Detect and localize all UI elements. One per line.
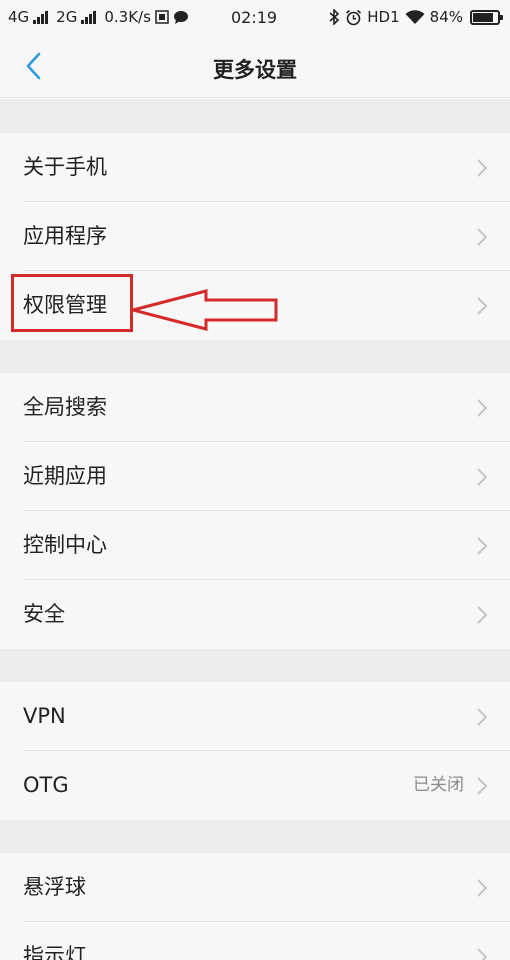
chevron-right-icon [477, 468, 488, 486]
settings-item-label: 悬浮球 [23, 875, 86, 899]
chevron-right-icon [477, 948, 488, 960]
settings-item-otg[interactable]: OTG 已关闭 [0, 751, 510, 820]
settings-item-value: 已关闭 [413, 775, 464, 795]
chevron-right-icon [477, 297, 488, 315]
nav-bar: 更多设置 [0, 36, 510, 98]
status-time: 02:19 [231, 8, 278, 27]
hd-label: HD1 [367, 8, 400, 26]
settings-item-label: 控制中心 [23, 533, 107, 557]
settings-item-security[interactable]: 安全 [0, 580, 510, 649]
battery-percent: 84% [429, 8, 463, 26]
settings-item-recent-apps[interactable]: 近期应用 [0, 442, 510, 511]
signal-icon [81, 10, 97, 24]
annotation-highlight-box [11, 274, 133, 332]
section-gap [0, 649, 510, 682]
network-4g-label: 4G [8, 8, 30, 26]
chevron-right-icon [477, 606, 488, 624]
chevron-right-icon [477, 708, 488, 726]
settings-item-control-center[interactable]: 控制中心 [0, 511, 510, 580]
settings-item-vpn[interactable]: VPN [0, 682, 510, 751]
section-gap [0, 820, 510, 853]
settings-item-label: 指示灯 [23, 944, 86, 960]
status-left: 4G 2G 0.3K/s [8, 8, 189, 26]
chevron-right-icon [477, 159, 488, 177]
chevron-right-icon [477, 777, 488, 795]
wifi-icon [405, 9, 425, 24]
settings-item-label: 近期应用 [23, 464, 107, 488]
settings-item-label: 全局搜索 [23, 395, 107, 419]
settings-item-label: 关于手机 [23, 155, 107, 179]
message-icon [173, 10, 188, 24]
settings-item-label: OTG [23, 773, 69, 797]
settings-item-floating-ball[interactable]: 悬浮球 [0, 853, 510, 922]
settings-item-indicator-light[interactable]: 指示灯 [0, 922, 510, 960]
chevron-right-icon [477, 879, 488, 897]
battery-icon [470, 9, 503, 25]
chevron-right-icon [477, 537, 488, 555]
chevron-right-icon [477, 228, 488, 246]
settings-item-apps[interactable]: 应用程序 [0, 202, 510, 271]
settings-item-about-phone[interactable]: 关于手机 [0, 133, 510, 202]
battery-fill [473, 12, 493, 22]
notification-app-icon [155, 10, 169, 24]
bluetooth-icon [329, 9, 340, 25]
chevron-right-icon [477, 399, 488, 417]
status-bar: 4G 2G 0.3K/s 02:19 HD1 84% [0, 0, 510, 36]
settings-item-label: VPN [23, 704, 66, 728]
page-title: 更多设置 [213, 58, 297, 82]
settings-item-global-search[interactable]: 全局搜索 [0, 373, 510, 442]
section-gap [0, 340, 510, 373]
signal-icon [33, 10, 49, 24]
alarm-icon [346, 9, 362, 25]
settings-item-label: 安全 [23, 602, 65, 626]
network-speed: 0.3K/s [104, 8, 151, 26]
settings-item-label: 应用程序 [23, 224, 107, 248]
section-gap [0, 99, 510, 133]
network-2g-label: 2G [56, 8, 78, 26]
annotation-arrow-icon [130, 289, 278, 331]
status-right: HD1 84% [329, 8, 503, 26]
